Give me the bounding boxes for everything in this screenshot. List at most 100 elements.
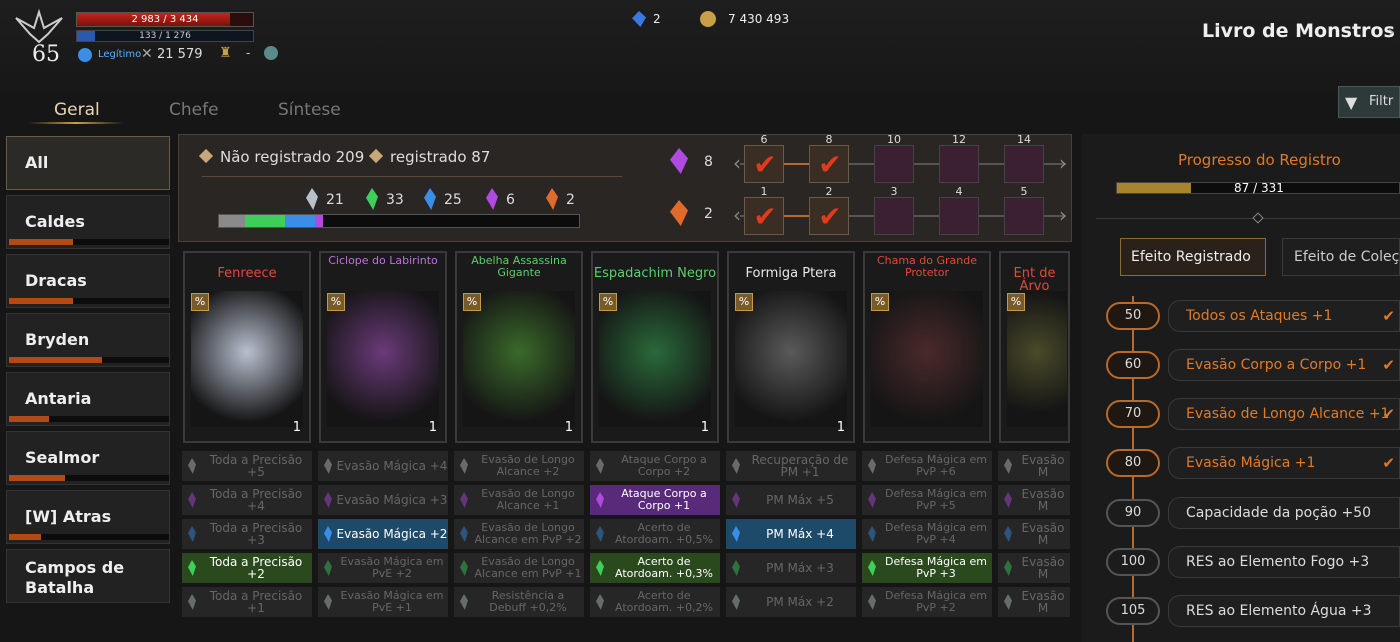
monster-card[interactable]: Espadachim Negro% 1 (591, 251, 719, 443)
reward-slot-number: 8 (825, 133, 833, 146)
reward-slot[interactable]: 2 ✔ (809, 185, 849, 235)
stat-text: Defesa Mágica em PvP +6 (885, 453, 987, 478)
filter-button[interactable]: ▼ Filtr (1338, 86, 1400, 118)
stat-cell: Defesa Mágica em PvP +6 (862, 451, 992, 481)
page-title: Livro de Monstros (1202, 20, 1395, 42)
tab-geral[interactable]: Geral (54, 100, 100, 120)
stat-cell: Evasão de Longo Alcance +1 (454, 485, 584, 515)
reward-slot[interactable]: 8 ✔ (809, 133, 849, 183)
stat-cell: Defesa Mágica em PvP +4 (862, 519, 992, 549)
sidebar-item-7[interactable]: Campos de Batalha (6, 549, 170, 603)
title-arrow-icon[interactable]: › (1388, 22, 1394, 41)
monster-count: 1 (836, 420, 845, 435)
sidebar-item-6[interactable]: [W] Atras (6, 490, 170, 544)
stat-text: Defesa Mágica em PvP +2 (885, 589, 987, 614)
reward-slot[interactable]: 10 (874, 133, 914, 183)
stat-gem-icon (596, 594, 604, 610)
monster-card[interactable]: Ent de Árvo% (999, 251, 1070, 443)
mp-text: 133 / 1 276 (139, 31, 191, 41)
checkmark-icon: ✔ (1382, 356, 1395, 374)
stat-text: Toda a Precisão +5 (209, 453, 303, 479)
monster-portrait (871, 291, 983, 427)
stat-text: Toda a Precisão +4 (209, 487, 303, 513)
mp-bar: 133 / 1 276 (76, 30, 254, 42)
monster-card[interactable]: Abelha Assassina Gigante% 1 (455, 251, 583, 443)
milestone-level: 50 (1106, 302, 1160, 330)
orange-gem-count: 2 (704, 206, 713, 222)
monster-card[interactable]: Formiga Ptera% 1 (727, 251, 855, 443)
tab-efeito-colecao[interactable]: Efeito de Coleç (1282, 238, 1400, 276)
chevron-left-icon[interactable]: ‹ (733, 151, 741, 175)
collection-bar (218, 214, 580, 228)
bar-segment-blue (285, 215, 315, 227)
sidebar-item-0[interactable]: All (6, 136, 170, 190)
stat-gem-icon (460, 492, 468, 508)
sidebar-progress-bar (9, 475, 169, 481)
stat-gem-icon (188, 458, 196, 474)
stat-gem-icon (324, 458, 332, 474)
bar-segment-green (245, 215, 285, 227)
percent-icon: % (1007, 293, 1025, 311)
reward-slot[interactable]: 14 (1004, 133, 1044, 183)
monster-card[interactable]: Fenreece% 1 (183, 251, 311, 443)
sidebar-item-3[interactable]: Bryden (6, 313, 170, 367)
milestone-effect[interactable]: Evasão Mágica +1 ✔ (1168, 447, 1400, 479)
sidebar-item-label: Antaria (25, 389, 92, 408)
reward-slot-number: 10 (887, 133, 901, 146)
stat-text: Evasão Mágica em PvE +1 (340, 589, 444, 614)
pet-icon[interactable] (264, 46, 278, 60)
stat-gem-icon (732, 560, 740, 576)
reward-slot[interactable]: 3 (874, 185, 914, 235)
checkmark-icon: ✔ (818, 148, 842, 181)
chevron-right-icon[interactable]: › (1059, 203, 1067, 227)
milestone-effect[interactable]: RES ao Elemento Fogo +3 (1168, 546, 1400, 578)
stat-cell: Evasão Mágica +4 (318, 451, 448, 481)
milestone-effect[interactable]: Todos os Ataques +1 ✔ (1168, 300, 1400, 332)
sidebar-item-5[interactable]: Sealmor (6, 431, 170, 485)
stat-text: Recuperação de PM +1 (751, 453, 849, 479)
registered-count: registrado 87 (390, 148, 491, 166)
milestone-effect-label: Todos os Ataques +1 (1186, 308, 1333, 324)
milestone-effect[interactable]: RES ao Elemento Água +3 (1168, 595, 1400, 627)
monster-name: Chama do Grande Protetor (876, 254, 978, 279)
milestone-level: 100 (1106, 548, 1160, 576)
sidebar-item-2[interactable]: Dracas (6, 254, 170, 308)
sidebar-item-1[interactable]: Caldes (6, 195, 170, 249)
stat-cell: Resistência a Debuff +0,2% (454, 587, 584, 617)
stat-text: Evasão de Longo Alcance em PvP +1 (474, 555, 582, 580)
stat-cell: Toda a Precisão +5 (182, 451, 312, 481)
reward-slot[interactable]: 4 (939, 185, 979, 235)
monster-card[interactable]: Chama do Grande Protetor% (863, 251, 991, 443)
monster-portrait (1007, 291, 1067, 427)
stat-text: PM Máx +4 (766, 527, 834, 541)
tab-sintese[interactable]: Síntese (278, 100, 341, 120)
monster-card[interactable]: Ciclope do Labirinto% 1 (319, 251, 447, 443)
tab-chefe[interactable]: Chefe (169, 100, 219, 120)
stat-text: Acerto de Atordoam. +0,5% (614, 521, 714, 546)
reward-slot[interactable]: 1 ✔ (744, 185, 784, 235)
bar-segment-gray (219, 215, 245, 227)
stat-cell: Acerto de Atordoam. +0,2% (590, 587, 720, 617)
power-icon: ✕ (141, 46, 153, 62)
sidebar-item-4[interactable]: Antaria (6, 372, 170, 426)
reward-slot[interactable]: 5 (1004, 185, 1044, 235)
sidebar-progress-bar (9, 239, 169, 245)
stat-cell: Evasão de Longo Alcance +2 (454, 451, 584, 481)
tab-efeito-registrado[interactable]: Efeito Registrado (1120, 238, 1266, 276)
stat-cell: Ataque Corpo a Corpo +1 (590, 485, 720, 515)
milestone-effect[interactable]: Evasão Corpo a Corpo +1 ✔ (1168, 349, 1400, 381)
milestone-level: 105 (1106, 597, 1160, 625)
chevron-right-icon[interactable]: › (1059, 151, 1067, 175)
reward-slot-number: 1 (760, 185, 768, 198)
percent-icon: % (599, 293, 617, 311)
stat-text: Acerto de Atordoam. +0,3% (614, 555, 714, 580)
reward-slot[interactable]: 12 (939, 133, 979, 183)
milestone-effect[interactable]: Evasão de Longo Alcance +1 ✔ (1168, 398, 1400, 430)
stat-text: Evasão Mágica em PvE +2 (340, 555, 444, 580)
reward-slot[interactable]: 6 ✔ (744, 133, 784, 183)
gold-currency-icon (700, 11, 716, 27)
chevron-left-icon[interactable]: ‹ (733, 203, 741, 227)
milestone-effect[interactable]: Capacidade da poção +50 (1168, 497, 1400, 529)
sidebar-item-label: [W] Atras (25, 507, 112, 526)
monster-portrait (599, 291, 711, 427)
